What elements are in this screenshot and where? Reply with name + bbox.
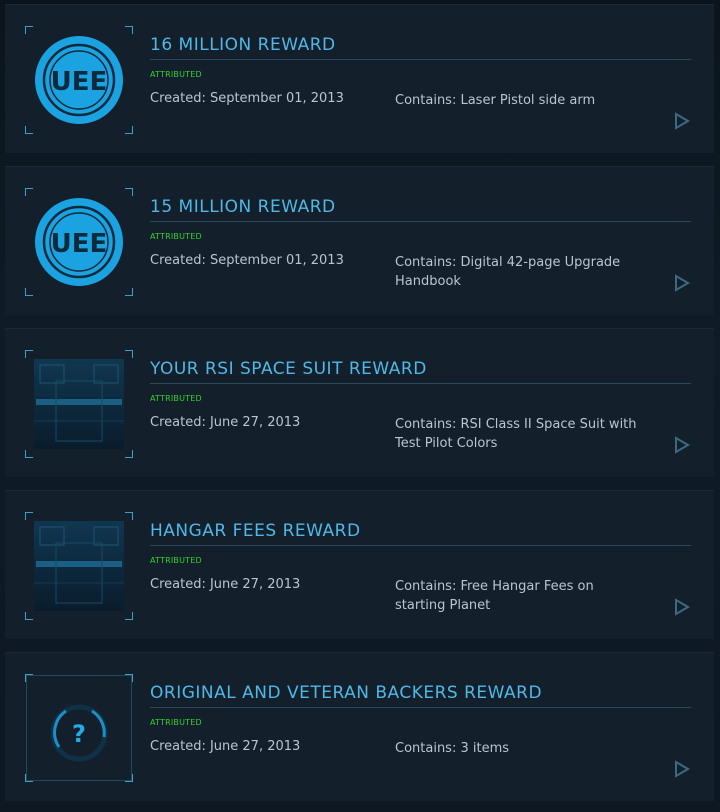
svg-text:UEE: UEE [51, 67, 108, 97]
pledge-card[interactable]: YOUR RSI SPACE SUIT REWARD ATTRIBUTED Cr… [5, 328, 714, 477]
hangar-thumbnail [34, 521, 124, 611]
status-badge: ATTRIBUTED [150, 70, 202, 79]
status-badge: ATTRIBUTED [150, 556, 202, 565]
question-mark-icon: ? [50, 704, 108, 762]
contains-text: Contains: Laser Pistol side arm [395, 93, 596, 108]
pledge-title[interactable]: HANGAR FEES REWARD [150, 521, 691, 546]
status-badge: ATTRIBUTED [150, 394, 202, 403]
pledge-card[interactable]: HANGAR FEES REWARD ATTRIBUTED Created: J… [5, 490, 714, 639]
status-badge: ATTRIBUTED [150, 718, 202, 727]
pledge-thumbnail [25, 512, 133, 620]
expand-play-icon[interactable] [673, 436, 691, 454]
expand-play-icon[interactable] [673, 112, 691, 130]
pledge-card[interactable]: UEE 16 MILLION REWARD ATTRIBUTED Created… [5, 4, 714, 153]
expand-play-icon[interactable] [673, 760, 691, 778]
contains-text: Contains: 3 items [395, 741, 510, 756]
pledge-title[interactable]: YOUR RSI SPACE SUIT REWARD [150, 359, 691, 384]
contains-text: Contains: RSI Class II Space Suit with T… [395, 417, 637, 451]
pledge-title[interactable]: 16 MILLION REWARD [150, 35, 691, 60]
expand-play-icon[interactable] [673, 598, 691, 616]
svg-text:UEE: UEE [51, 229, 108, 259]
pledge-card[interactable]: UEE 15 MILLION REWARD ATTRIBUTED Created… [5, 166, 714, 315]
expand-play-icon[interactable] [673, 274, 691, 292]
created-date: Created: June 27, 2013 [150, 739, 301, 754]
pledge-thumbnail: UEE [25, 26, 133, 134]
pledge-thumbnail [25, 350, 133, 458]
contains-text: Contains: Digital 42-page Upgrade Handbo… [395, 255, 621, 289]
created-date: Created: June 27, 2013 [150, 415, 301, 430]
pledge-card[interactable]: ? ORIGINAL AND VETERAN BACKERS REWARD AT… [5, 652, 714, 801]
pledge-thumbnail: UEE [25, 188, 133, 296]
svg-text:?: ? [72, 720, 86, 748]
hangar-thumbnail [34, 359, 124, 449]
uee-emblem-icon: UEE [35, 36, 123, 124]
contains-text: Contains: Free Hangar Fees on starting P… [395, 579, 594, 613]
status-badge: ATTRIBUTED [150, 232, 202, 241]
created-date: Created: September 01, 2013 [150, 253, 344, 268]
created-date: Created: September 01, 2013 [150, 91, 344, 106]
pledge-title[interactable]: 15 MILLION REWARD [150, 197, 691, 222]
pledge-title[interactable]: ORIGINAL AND VETERAN BACKERS REWARD [150, 683, 691, 708]
pledge-thumbnail: ? [25, 674, 133, 782]
uee-emblem-icon: UEE [35, 198, 123, 286]
created-date: Created: June 27, 2013 [150, 577, 301, 592]
